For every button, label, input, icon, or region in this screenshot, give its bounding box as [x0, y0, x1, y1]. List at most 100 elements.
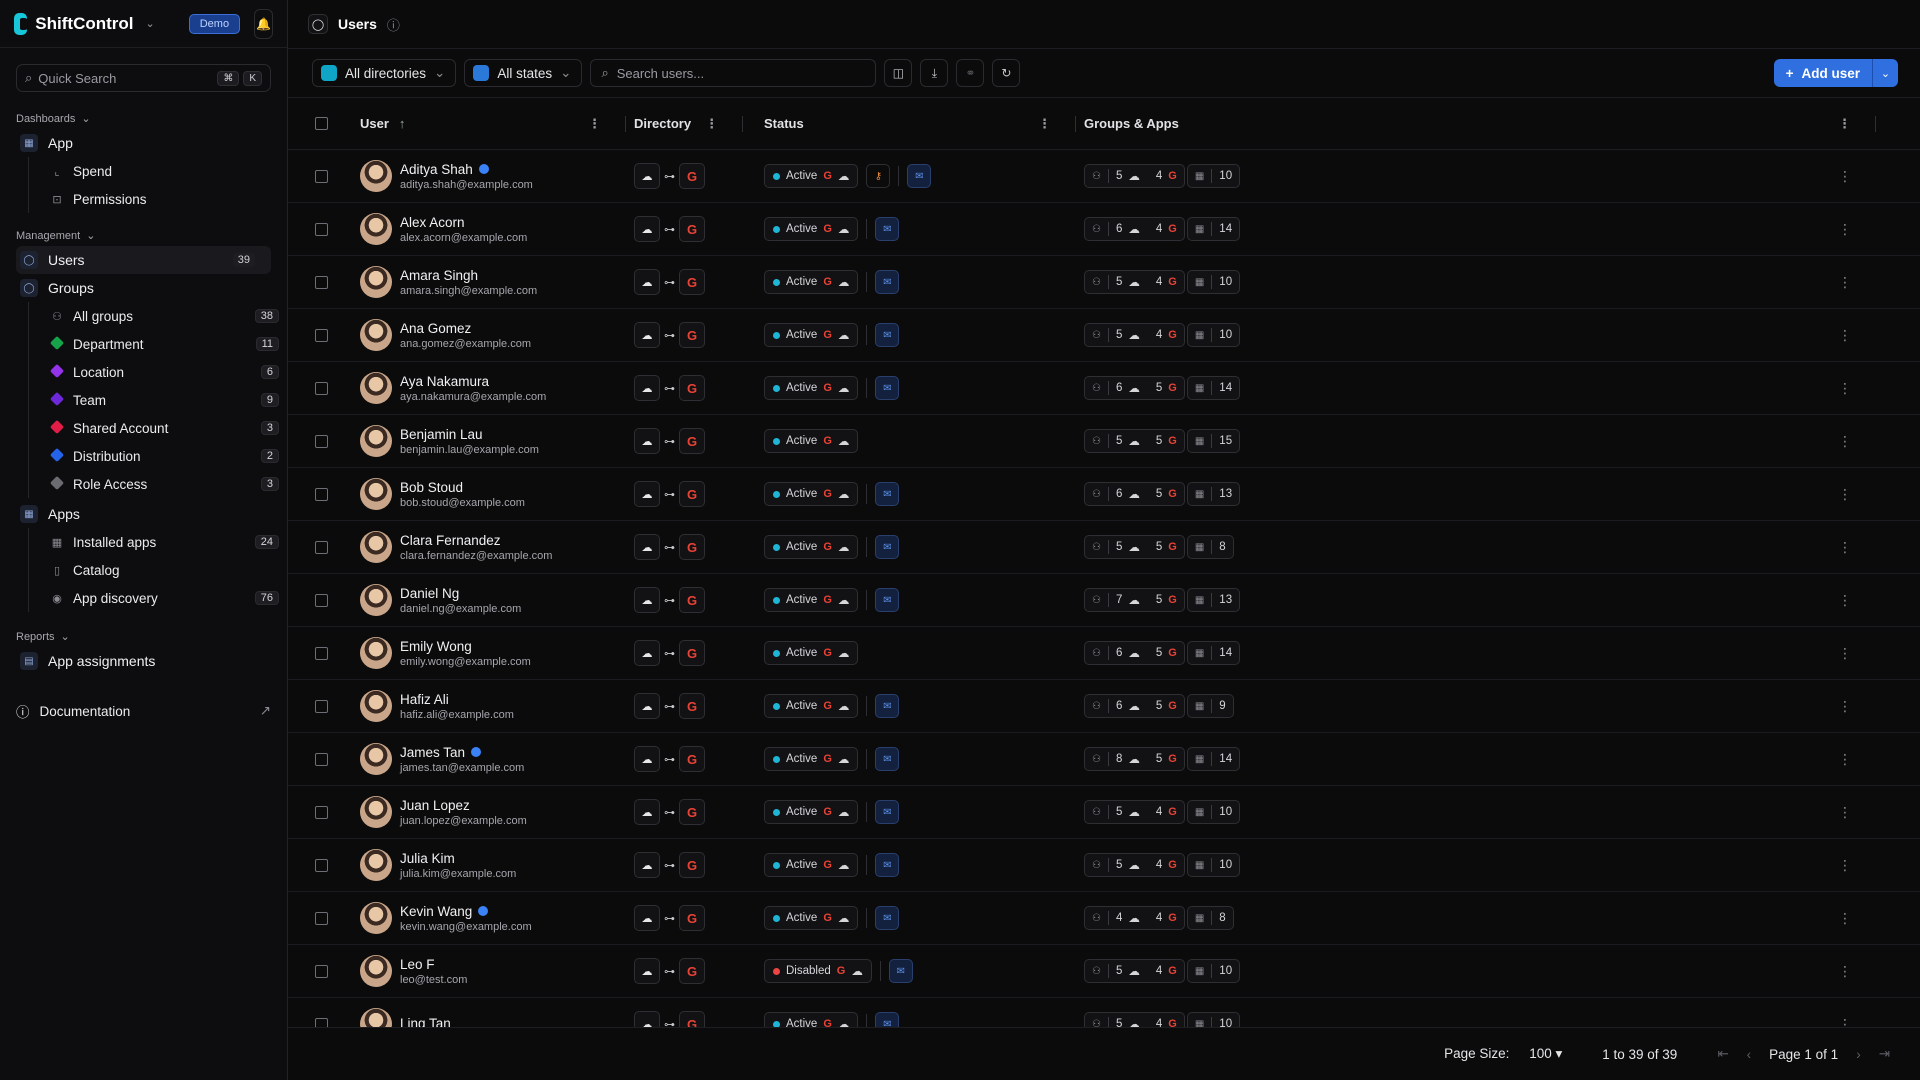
status-badge[interactable]: Active G ☁: [764, 694, 859, 718]
groups-badge[interactable]: ⚇ 7 ☁ 5 G: [1084, 588, 1185, 612]
jumpcloud-icon[interactable]: ☁: [634, 216, 660, 242]
groups-badge[interactable]: ⚇ 8 ☁ 5 G: [1084, 747, 1185, 771]
next-page-icon[interactable]: ›: [1856, 1047, 1861, 1062]
status-badge[interactable]: Active G ☁: [764, 376, 859, 400]
row-menu-icon[interactable]: ⋮: [1838, 804, 1852, 821]
row-checkbox[interactable]: [314, 646, 328, 660]
groups-badge[interactable]: ⚇ 6 ☁ 5 G: [1084, 694, 1185, 718]
user-cell[interactable]: James Tan james.tan@example.com: [354, 743, 626, 775]
sidebar-item-users[interactable]: ◯ Users 39: [16, 246, 271, 274]
jumpcloud-icon[interactable]: ☁: [634, 799, 660, 825]
google-icon[interactable]: G: [679, 587, 705, 613]
row-checkbox[interactable]: [314, 858, 328, 872]
user-name[interactable]: Benjamin Lau: [400, 427, 483, 442]
user-name[interactable]: Bob Stoud: [400, 480, 463, 495]
apps-badge[interactable]: ▦ 10: [1186, 800, 1241, 824]
apps-badge[interactable]: ▦ 10: [1186, 959, 1241, 983]
user-cell[interactable]: Daniel Ng daniel.ng@example.com: [354, 584, 626, 616]
add-user-button[interactable]: + Add user ⌄: [1773, 59, 1898, 87]
user-cell[interactable]: Emily Wong emily.wong@example.com: [354, 637, 626, 669]
add-user-main[interactable]: + Add user: [1773, 59, 1872, 87]
table-row[interactable]: Aditya Shah aditya.shah@example.com ☁ ⊶ …: [288, 150, 1920, 203]
user-name[interactable]: James Tan: [400, 745, 465, 760]
mail-icon[interactable]: ✉: [875, 535, 900, 559]
user-cell[interactable]: Ana Gomez ana.gomez@example.com: [354, 319, 626, 351]
google-icon[interactable]: G: [679, 905, 705, 931]
groups-badge[interactable]: ⚇ 5 ☁ 4 G: [1084, 164, 1185, 188]
link-icon[interactable]: ⚭: [956, 59, 985, 87]
apps-badge[interactable]: ▦ 14: [1186, 217, 1241, 241]
google-icon[interactable]: G: [679, 163, 705, 189]
user-name[interactable]: Hafiz Ali: [400, 692, 449, 707]
row-menu-icon[interactable]: ⋮: [1838, 327, 1852, 344]
table-row[interactable]: Ana Gomez ana.gomez@example.com ☁ ⊶ G Ac…: [288, 309, 1920, 362]
jumpcloud-icon[interactable]: ☁: [634, 852, 660, 878]
jumpcloud-icon[interactable]: ☁: [634, 587, 660, 613]
sidebar-item-all-groups[interactable]: ⚇ All groups 38: [37, 302, 287, 330]
row-checkbox[interactable]: [314, 964, 328, 978]
row-checkbox[interactable]: [314, 169, 328, 183]
table-row[interactable]: Hafiz Ali hafiz.ali@example.com ☁ ⊶ G Ac…: [288, 680, 1920, 733]
google-icon[interactable]: G: [679, 746, 705, 772]
jumpcloud-icon[interactable]: ☁: [634, 269, 660, 295]
mail-icon[interactable]: ✉: [875, 376, 900, 400]
info-icon[interactable]: ⓘ: [387, 15, 400, 34]
row-menu-icon[interactable]: ⋮: [1838, 274, 1852, 291]
mail-icon[interactable]: ✉: [888, 959, 913, 983]
table-row[interactable]: Amara Singh amara.singh@example.com ☁ ⊶ …: [288, 256, 1920, 309]
status-badge[interactable]: Active G ☁: [764, 429, 859, 453]
table-row[interactable]: Daniel Ng daniel.ng@example.com ☁ ⊶ G Ac…: [288, 574, 1920, 627]
row-menu-icon[interactable]: ⋮: [1838, 221, 1852, 238]
status-badge[interactable]: Active G ☁: [764, 800, 859, 824]
user-name[interactable]: Ana Gomez: [400, 321, 471, 336]
jumpcloud-icon[interactable]: ☁: [634, 428, 660, 454]
user-cell[interactable]: Leo F leo@test.com: [354, 955, 626, 987]
states-filter[interactable]: All states ⌄: [464, 59, 583, 87]
header-directory[interactable]: Directory ⋮: [626, 115, 756, 132]
row-checkbox[interactable]: [314, 381, 328, 395]
user-cell[interactable]: Juan Lopez juan.lopez@example.com: [354, 796, 626, 828]
table-row[interactable]: James Tan james.tan@example.com ☁ ⊶ G Ac…: [288, 733, 1920, 786]
header-status[interactable]: Status ⋮: [756, 115, 1076, 132]
user-cell[interactable]: Aya Nakamura aya.nakamura@example.com: [354, 372, 626, 404]
table-row[interactable]: Aya Nakamura aya.nakamura@example.com ☁ …: [288, 362, 1920, 415]
groups-badge[interactable]: ⚇ 5 ☁ 5 G: [1084, 429, 1185, 453]
row-menu-icon[interactable]: ⋮: [1838, 698, 1852, 715]
column-menu-icon[interactable]: ⋮: [588, 116, 601, 132]
apps-badge[interactable]: ▦ 14: [1186, 376, 1241, 400]
brand-name[interactable]: ShiftControl: [35, 14, 133, 34]
google-icon[interactable]: G: [679, 216, 705, 242]
row-checkbox[interactable]: [314, 911, 328, 925]
status-badge[interactable]: Active G ☁: [764, 853, 859, 877]
mail-icon[interactable]: ✉: [875, 217, 900, 241]
row-menu-icon[interactable]: ⋮: [1838, 857, 1852, 874]
status-badge[interactable]: Active G ☁: [764, 482, 859, 506]
table-row[interactable]: Benjamin Lau benjamin.lau@example.com ☁ …: [288, 415, 1920, 468]
download-icon[interactable]: ⤓: [920, 59, 949, 87]
row-checkbox[interactable]: [314, 222, 328, 236]
row-checkbox[interactable]: [314, 593, 328, 607]
column-menu-icon[interactable]: ⋮: [1038, 116, 1051, 132]
groups-badge[interactable]: ⚇ 6 ☁ 5 G: [1084, 482, 1185, 506]
status-badge[interactable]: Active G ☁: [764, 588, 859, 612]
demo-badge[interactable]: Demo: [188, 13, 241, 34]
mail-icon[interactable]: ✉: [875, 906, 900, 930]
user-name[interactable]: Daniel Ng: [400, 586, 459, 601]
column-menu-icon[interactable]: ⋮: [705, 116, 718, 132]
row-menu-icon[interactable]: ⋮: [1838, 963, 1852, 980]
chevron-down-icon[interactable]: ⌄: [1872, 59, 1898, 87]
apps-badge[interactable]: ▦ 8: [1186, 906, 1234, 930]
sidebar-item-app-discovery[interactable]: ◉ App discovery 76: [37, 584, 287, 612]
user-name[interactable]: Juan Lopez: [400, 798, 470, 813]
sidebar-item-app-assignments[interactable]: ▤ App assignments: [0, 647, 287, 675]
row-checkbox[interactable]: [314, 487, 328, 501]
status-badge[interactable]: Active G ☁: [764, 164, 859, 188]
user-cell[interactable]: Benjamin Lau benjamin.lau@example.com: [354, 425, 626, 457]
row-checkbox[interactable]: [314, 275, 328, 289]
table-row[interactable]: Leo F leo@test.com ☁ ⊶ G Disabled G ☁ ✉ …: [288, 945, 1920, 998]
sidebar-item-apps[interactable]: ▦ Apps: [0, 500, 287, 528]
row-menu-icon[interactable]: ⋮: [1838, 751, 1852, 768]
status-badge[interactable]: Active G ☁: [764, 217, 859, 241]
sidebar-item-department[interactable]: Department 11: [37, 330, 287, 358]
mail-icon[interactable]: ✉: [907, 164, 932, 188]
